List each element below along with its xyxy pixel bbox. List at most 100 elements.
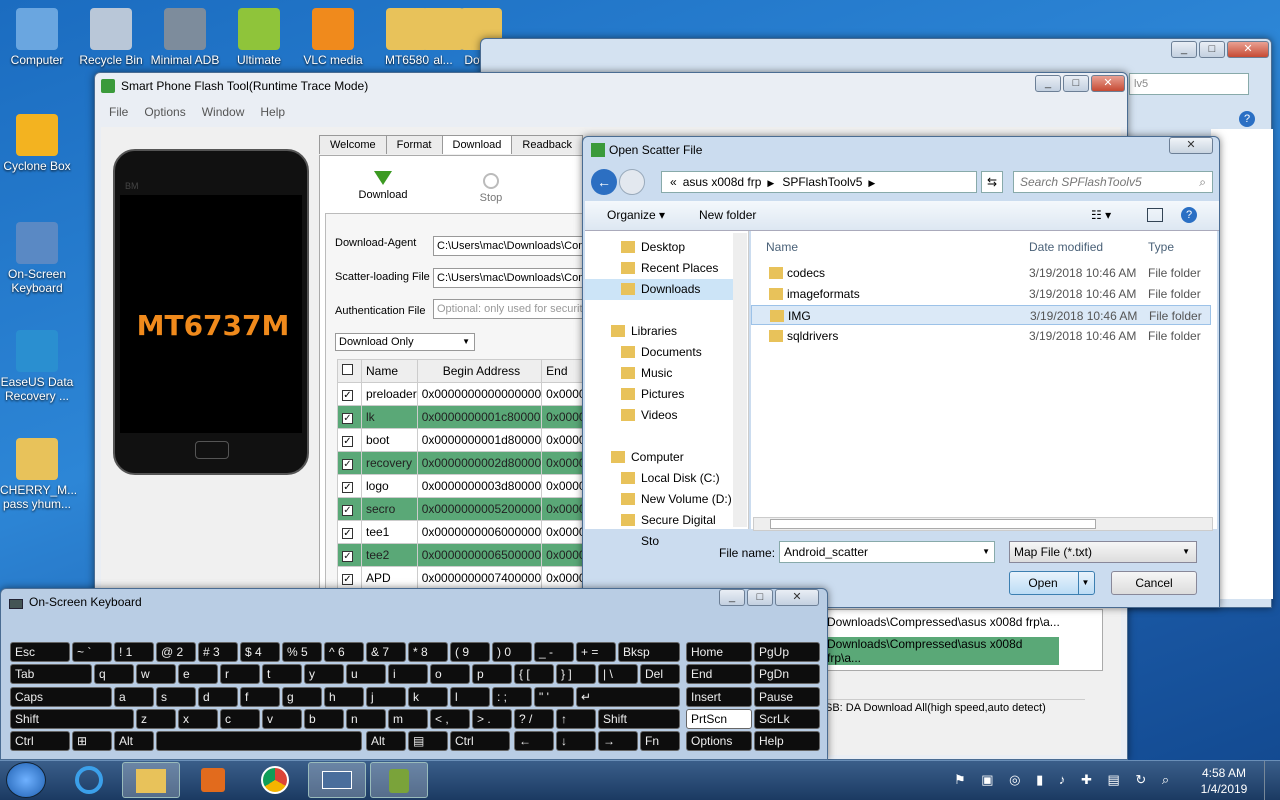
close-button[interactable]: ✕ [1091,75,1125,92]
key[interactable]: v [262,709,302,729]
key[interactable]: ScrLk [754,709,820,729]
table-row[interactable]: ✓ tee1 0x0000000006000000 0x00000 [337,520,599,544]
list-item[interactable]: sqldrivers 3/19/2018 10:46 AM File folder [751,326,1211,346]
key[interactable]: ) 0 [492,642,532,662]
download-button[interactable]: Download [353,171,413,201]
tab-download[interactable]: Download [441,135,513,154]
menu-item[interactable]: File [109,105,128,119]
key[interactable]: Caps [10,687,112,707]
key[interactable]: < , [430,709,470,729]
key[interactable]: → [598,731,638,751]
media-taskbar-icon[interactable] [184,762,242,798]
cancel-button[interactable]: Cancel [1111,571,1197,595]
nav-item[interactable]: Desktop [585,237,733,258]
chevron-right-icon[interactable]: ▶ [868,178,875,188]
key[interactable]: % 5 [282,642,322,662]
stop-button[interactable]: Stop [461,173,521,204]
key[interactable]: ? / [514,709,554,729]
forward-button[interactable] [619,169,645,195]
desktop-icon[interactable]: EaseUS Data Recovery ... [0,330,74,403]
desktop-icon[interactable]: On-Screen Keyboard [0,222,74,295]
row-checkbox[interactable]: ✓ [337,405,362,429]
key[interactable]: Shift [598,709,680,729]
row-checkbox[interactable]: ✓ [337,451,362,475]
refresh-icon[interactable]: ⇆ [981,171,1003,193]
key[interactable]: a [114,687,154,707]
breadcrumb-item[interactable]: asus x008d frp [683,175,762,189]
tab-readback[interactable]: Readback [511,135,583,154]
chrome-taskbar-icon[interactable] [246,762,304,798]
row-checkbox[interactable]: ✓ [337,497,362,521]
key[interactable]: k [408,687,448,707]
da-field[interactable]: C:\Users\mac\Downloads\Com [433,236,595,256]
key[interactable]: : ; [492,687,532,707]
key[interactable]: Home [686,642,752,662]
nav-item[interactable]: Pictures [585,384,733,405]
preview-pane-icon[interactable] [1147,208,1163,222]
scatter-field[interactable]: C:\Users\mac\Downloads\Comp [433,268,595,288]
nav-item[interactable]: Local Disk (C:) [585,468,733,489]
col-date[interactable]: Date modified [1029,237,1103,257]
key[interactable]: Help [754,731,820,751]
table-row[interactable]: ✓ APD 0x0000000007400000 0x00000 [337,566,599,590]
key[interactable]: ↑ [556,709,596,729]
key[interactable]: End [686,664,752,684]
nav-item[interactable]: Secure Digital Sto [585,510,733,548]
list-item[interactable]: codecs 3/19/2018 10:46 AM File folder [751,263,1211,283]
clock-date[interactable]: 1/4/2019 [1192,782,1256,796]
key[interactable]: e [178,664,218,684]
breadcrumb-item[interactable]: « [670,175,677,189]
menu-item[interactable]: Help [260,105,285,119]
key[interactable]: $ 4 [240,642,280,662]
key[interactable]: q [94,664,134,684]
table-row[interactable]: ✓ tee2 0x0000000006500000 0x00000 [337,543,599,567]
explorer-search-box[interactable]: lv5 [1129,73,1249,95]
key[interactable]: Tab [10,664,92,684]
key[interactable]: ↓ [556,731,596,751]
key[interactable]: Shift [10,709,134,729]
desktop-icon[interactable]: CHERRY_M... pass yhum... [0,438,77,511]
key[interactable]: z [136,709,176,729]
table-row[interactable]: ✓ boot 0x0000000001d80000 0x00000 [337,428,599,452]
key[interactable]: w [136,664,176,684]
explorer-taskbar-icon[interactable] [122,762,180,798]
maximize-button[interactable]: □ [1063,75,1089,92]
key[interactable]: p [472,664,512,684]
row-checkbox[interactable]: ✓ [337,474,362,498]
nav-item[interactable]: Music [585,363,733,384]
key[interactable]: Del [640,664,680,684]
key[interactable]: Alt [114,731,154,751]
key[interactable]: Pause [754,687,820,707]
organize-button[interactable]: Organize ▾ [607,208,665,222]
list-item[interactable]: IMG 3/19/2018 10:46 AM File folder [751,305,1211,325]
view-icon[interactable]: ☷ ▾ [1091,208,1111,222]
key[interactable]: ↵ [576,687,680,707]
key[interactable]: Insert [686,687,752,707]
menu-item[interactable]: Options [144,105,185,119]
maximize-button[interactable]: □ [1199,41,1225,58]
list-item[interactable]: imageformats 3/19/2018 10:46 AM File folde… [751,284,1211,304]
desktop-icon[interactable]: Cyclone Box [0,114,74,173]
key[interactable]: ← [514,731,554,751]
key[interactable]: ^ 6 [324,642,364,662]
maximize-button[interactable]: □ [747,589,773,606]
key[interactable]: Alt [366,731,406,751]
start-button[interactable] [6,762,46,798]
key[interactable]: ! 1 [114,642,154,662]
nav-item[interactable]: Computer [585,447,733,468]
tab-format[interactable]: Format [385,135,443,154]
key[interactable]: Options [686,731,752,751]
key[interactable]: o [430,664,470,684]
row-checkbox[interactable]: ✓ [337,428,362,452]
desktop-icon[interactable]: Ultimate [222,8,296,67]
key[interactable]: j [366,687,406,707]
mode-select[interactable]: Download Only ▼ [335,333,475,351]
row-checkbox[interactable]: ✓ [337,543,362,567]
row-checkbox[interactable]: ✓ [337,382,362,406]
key[interactable]: x [178,709,218,729]
key[interactable]: d [198,687,238,707]
ie-taskbar-icon[interactable] [60,762,118,798]
key[interactable]: Esc [10,642,70,662]
key[interactable]: t [262,664,302,684]
key[interactable] [156,731,362,751]
